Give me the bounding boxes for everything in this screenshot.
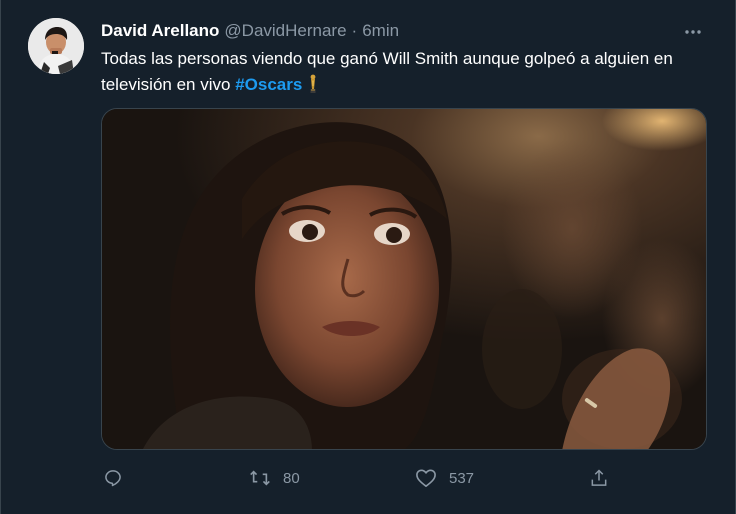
retweet-icon: [250, 470, 270, 486]
author-name[interactable]: David Arellano: [101, 21, 219, 41]
tweet-body: Todas las personas viendo que ganó Will …: [101, 49, 673, 94]
like-button[interactable]: 537: [415, 460, 474, 496]
tweet-text: Todas las personas viendo que ganó Will …: [101, 46, 711, 102]
tweet-actions: 80 537: [101, 460, 621, 496]
author-handle[interactable]: @DavidHernare: [224, 21, 346, 41]
tweet-time[interactable]: 6min: [362, 21, 399, 41]
retweet-count: 80: [283, 469, 300, 487]
trophy-emoji-icon: [308, 74, 318, 102]
share-icon: [591, 469, 607, 486]
tweet-header: David Arellano @DavidHernare · 6min: [101, 20, 399, 42]
tweet[interactable]: David Arellano @DavidHernare · 6min Toda…: [0, 0, 736, 514]
share-button[interactable]: [589, 460, 621, 496]
retweet-button[interactable]: 80: [249, 460, 300, 496]
heart-icon: [416, 469, 436, 487]
separator-dot: ·: [351, 21, 358, 40]
hashtag-link[interactable]: #Oscars: [235, 75, 302, 94]
more-options-button[interactable]: [681, 20, 705, 44]
avatar[interactable]: [28, 18, 84, 74]
more-dots-icon: [685, 30, 701, 34]
like-count: 537: [449, 469, 475, 487]
tweet-media-image[interactable]: [101, 108, 707, 450]
avatar-photo: [28, 18, 84, 74]
reply-button[interactable]: [103, 460, 135, 496]
media-photo: [102, 109, 706, 449]
reply-icon: [105, 470, 121, 487]
